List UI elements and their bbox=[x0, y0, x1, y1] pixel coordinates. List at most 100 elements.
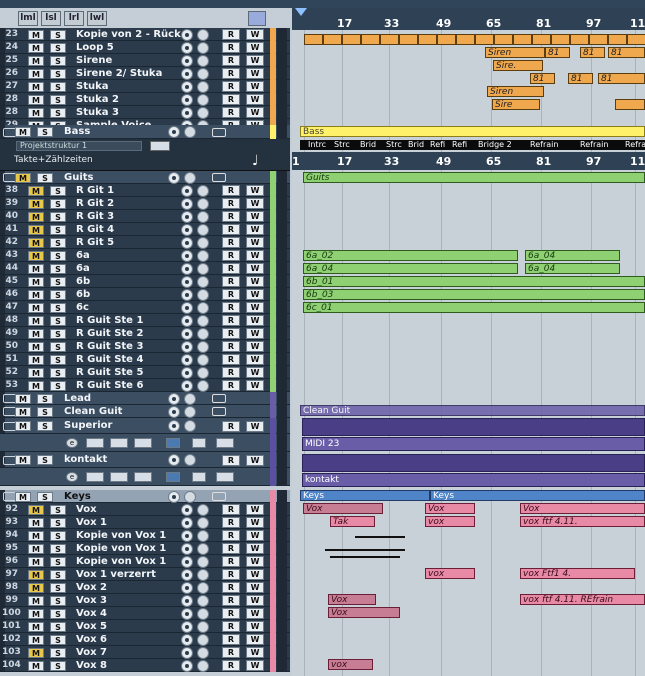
solo-button[interactable]: S bbox=[50, 289, 66, 300]
solo-button[interactable]: S bbox=[50, 367, 66, 378]
arranger-ruler[interactable]: 17 33 49 65 81 97 11 bbox=[292, 8, 645, 30]
write-automation-button[interactable]: W bbox=[246, 81, 264, 92]
record-enable-icon[interactable] bbox=[181, 327, 193, 340]
monitor-speaker-icon[interactable] bbox=[197, 353, 209, 366]
track-name[interactable]: R Guit Ste 1 bbox=[76, 315, 143, 326]
mute-button[interactable]: M bbox=[28, 42, 44, 53]
record-enable-icon[interactable] bbox=[181, 54, 193, 67]
event[interactable] bbox=[615, 99, 645, 110]
write-automation-button[interactable]: W bbox=[246, 530, 264, 541]
monitor-speaker-icon[interactable] bbox=[197, 262, 209, 275]
monitor-speaker-icon[interactable] bbox=[197, 93, 209, 106]
write-automation-button[interactable]: W bbox=[246, 224, 264, 235]
track-name[interactable]: Vox 1 bbox=[76, 517, 107, 528]
monitor-speaker-icon[interactable] bbox=[197, 210, 209, 223]
solo-button[interactable]: S bbox=[37, 393, 53, 404]
read-automation-button[interactable]: R bbox=[222, 250, 240, 261]
solo-button[interactable]: S bbox=[50, 237, 66, 248]
track-row[interactable]: 51 M S R Guit Ste 4 RW bbox=[0, 353, 290, 366]
read-automation-button[interactable]: R bbox=[222, 341, 240, 352]
write-automation-button[interactable]: W bbox=[246, 660, 264, 671]
write-automation-button[interactable]: W bbox=[246, 42, 264, 53]
audio-event[interactable] bbox=[475, 34, 494, 45]
arranger-section[interactable]: Brid bbox=[360, 140, 376, 150]
mute-button[interactable]: M bbox=[15, 127, 31, 137]
record-enable-icon[interactable] bbox=[168, 454, 180, 466]
track-row[interactable]: 47 M S 6c R W bbox=[0, 301, 290, 314]
monitor-speaker-icon[interactable] bbox=[197, 288, 209, 301]
mute-button[interactable]: M bbox=[28, 582, 44, 593]
track-name[interactable]: R Git 2 bbox=[76, 198, 114, 209]
audio-event[interactable] bbox=[608, 34, 627, 45]
solo-button[interactable]: S bbox=[50, 94, 66, 105]
lock-icon[interactable] bbox=[212, 173, 226, 182]
write-automation-button[interactable]: W bbox=[246, 55, 264, 66]
solo-button[interactable]: S bbox=[37, 406, 53, 417]
track-row[interactable]: 104 M S Vox 8 RW bbox=[0, 659, 290, 672]
arranger-track-ruler[interactable]: 1 17 33 49 65 81 97 11 bbox=[292, 152, 645, 170]
solo-button[interactable]: S bbox=[50, 660, 66, 671]
track-name[interactable]: R Guit Ste 4 bbox=[76, 354, 143, 365]
solo-button[interactable]: S bbox=[50, 302, 66, 313]
record-enable-icon[interactable] bbox=[181, 236, 193, 249]
write-automation-button[interactable]: W bbox=[246, 380, 264, 391]
monitor-speaker-icon[interactable] bbox=[197, 314, 209, 327]
toolbar-button-s[interactable]: lsl bbox=[41, 11, 61, 26]
track-name[interactable]: Kopie von Vox 1 bbox=[76, 556, 166, 567]
read-automation-button[interactable]: R bbox=[222, 68, 240, 79]
mute-button[interactable]: M bbox=[28, 543, 44, 554]
mute-button[interactable]: M bbox=[28, 504, 44, 515]
solo-button[interactable]: S bbox=[50, 341, 66, 352]
track-row[interactable]: 38 M S R Git 1 RW bbox=[0, 184, 290, 197]
record-enable-icon[interactable] bbox=[181, 542, 193, 555]
write-automation-button[interactable]: W bbox=[246, 94, 264, 105]
monitor-speaker-icon[interactable] bbox=[197, 633, 209, 646]
write-automation-button[interactable]: W bbox=[246, 621, 264, 632]
event[interactable]: 81 bbox=[545, 47, 570, 58]
read-automation-button[interactable]: R bbox=[222, 302, 240, 313]
audio-event[interactable] bbox=[342, 34, 361, 45]
event[interactable]: 6b_03 bbox=[303, 289, 645, 300]
track-row[interactable]: M S Bass bbox=[0, 125, 290, 139]
keyboard-icon[interactable] bbox=[216, 472, 234, 482]
lock-icon[interactable] bbox=[212, 127, 226, 137]
mute-button[interactable]: M bbox=[15, 172, 31, 183]
track-name[interactable]: R Guit Ste 2 bbox=[76, 328, 143, 339]
mute-button[interactable]: M bbox=[28, 608, 44, 619]
arranger-section[interactable]: Brid bbox=[408, 140, 424, 150]
track-name[interactable]: Loop 5 bbox=[76, 42, 114, 53]
solo-button[interactable]: S bbox=[50, 211, 66, 222]
solo-button[interactable]: S bbox=[37, 172, 53, 183]
track-name[interactable]: R Guit Ste 3 bbox=[76, 341, 143, 352]
write-automation-button[interactable]: W bbox=[246, 250, 264, 261]
write-automation-button[interactable]: W bbox=[246, 341, 264, 352]
monitor-speaker-icon[interactable] bbox=[184, 171, 196, 184]
record-enable-icon[interactable] bbox=[181, 555, 193, 568]
lock-icon[interactable] bbox=[212, 394, 226, 403]
monitor-speaker-icon[interactable] bbox=[197, 249, 209, 262]
track-row[interactable]: 26 M S Sirene 2/ Stuka R W bbox=[0, 67, 290, 80]
audio-event[interactable] bbox=[551, 34, 570, 45]
event[interactable]: Clean Guit bbox=[300, 405, 645, 416]
eq-icon[interactable] bbox=[134, 472, 152, 482]
record-enable-icon[interactable] bbox=[181, 67, 193, 80]
monitor-speaker-icon[interactable] bbox=[197, 646, 209, 659]
track-row[interactable]: 25 M S Sirene R W bbox=[0, 54, 290, 67]
mute-button[interactable]: M bbox=[28, 185, 44, 196]
read-automation-button[interactable]: R bbox=[222, 595, 240, 606]
mute-button[interactable]: M bbox=[28, 341, 44, 352]
record-enable-icon[interactable] bbox=[181, 223, 193, 236]
write-automation-button[interactable]: W bbox=[246, 237, 264, 248]
event[interactable]: 81 bbox=[530, 73, 555, 84]
read-automation-button[interactable]: R bbox=[222, 647, 240, 658]
audio-event[interactable] bbox=[589, 34, 608, 45]
event[interactable]: Vox bbox=[328, 594, 376, 605]
track-row[interactable]: 53 M S R Guit Ste 6 RW bbox=[0, 379, 290, 392]
solo-button[interactable]: S bbox=[50, 634, 66, 645]
event[interactable]: Vox bbox=[328, 607, 400, 618]
solo-button[interactable]: S bbox=[50, 276, 66, 287]
record-enable-icon[interactable] bbox=[181, 288, 193, 301]
mute-button[interactable]: M bbox=[28, 263, 44, 274]
event[interactable]: MIDI 23 bbox=[302, 437, 645, 451]
toolbar-button-r[interactable]: lrl bbox=[64, 11, 84, 26]
